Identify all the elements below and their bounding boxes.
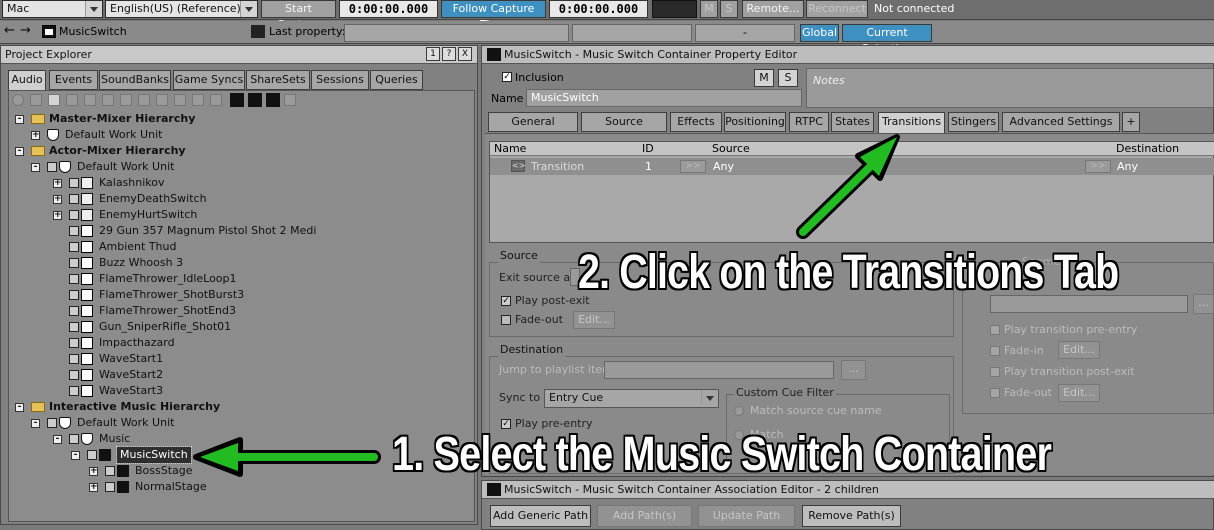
step-2-annotation: 2. Click on the Transitions Tab [578, 246, 1119, 299]
step-1-annotation: 1. Select the Music Switch Container [392, 428, 1052, 481]
arrow-to-transitions-tab [796, 134, 900, 239]
arrow-to-music-switch [193, 437, 381, 477]
